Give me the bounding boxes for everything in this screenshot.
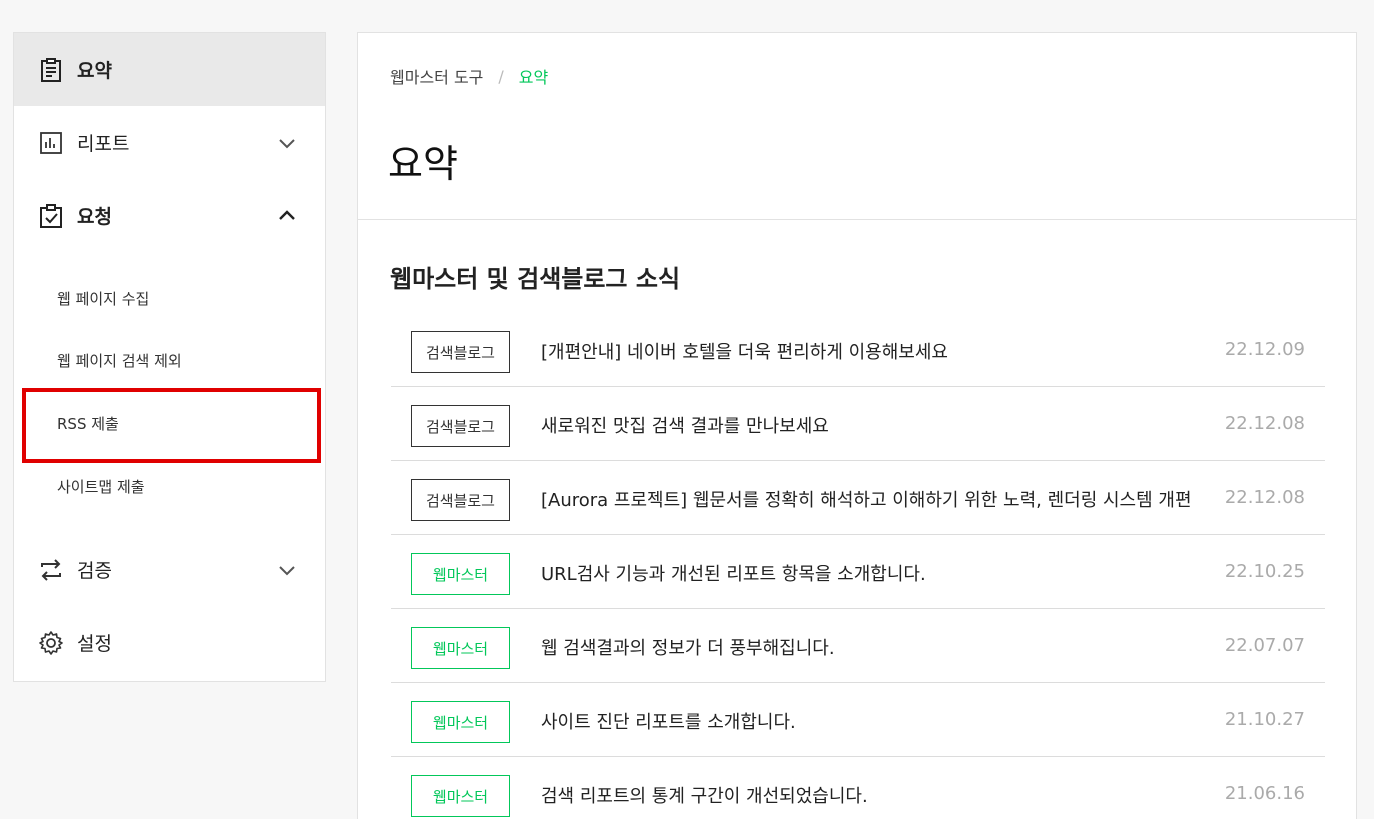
news-title[interactable]: [Aurora 프로젝트] 웹문서를 정확히 해석하고 이해하기 위한 노력, … (541, 486, 1201, 512)
news-title[interactable]: 사이트 진단 리포트를 소개합니다. (541, 708, 1201, 734)
sidebar-subitem-label: RSS 제출 (57, 414, 119, 433)
clipboard-check-icon (40, 203, 62, 228)
news-title[interactable]: URL검사 기능과 개선된 리포트 항목을 소개합니다. (541, 560, 1201, 586)
sidebar-item-label: 요청 (77, 206, 112, 228)
category-badge: 웹마스터 (411, 627, 510, 669)
sidebar-item-verify[interactable]: 검증 (14, 533, 325, 606)
sidebar-item-label: 검증 (77, 560, 112, 582)
news-date: 22.07.07 (1224, 635, 1305, 656)
news-date: 22.12.09 (1224, 339, 1305, 360)
breadcrumb-current: 요약 (518, 68, 549, 87)
sidebar-item-report[interactable]: 리포트 (14, 106, 325, 179)
news-title[interactable]: [개편안내] 네이버 호텔을 더욱 편리하게 이용해보세요 (541, 338, 1201, 364)
sidebar: 요약 리포트 요청 웹 페이지 수집 웹 페이지 검색 제외 RSS 제출 사이… (13, 32, 326, 682)
news-date: 22.12.08 (1224, 487, 1305, 508)
news-row[interactable]: 검색블로그 [개편안내] 네이버 호텔을 더욱 편리하게 이용해보세요 22.1… (391, 313, 1325, 387)
category-badge: 검색블로그 (411, 331, 510, 373)
sidebar-item-label: 리포트 (77, 133, 130, 155)
category-badge: 검색블로그 (411, 479, 510, 521)
category-badge: 웹마스터 (411, 553, 510, 595)
category-badge: 검색블로그 (411, 405, 510, 447)
news-date: 22.10.25 (1224, 561, 1305, 582)
page-title: 요약 (388, 142, 458, 186)
sidebar-item-request[interactable]: 요청 (14, 179, 325, 252)
sidebar-subitem-label: 웹 페이지 검색 제외 (57, 351, 182, 370)
breadcrumb: 웹마스터 도구 / 요약 (390, 64, 548, 88)
chevron-down-icon (279, 138, 295, 148)
main-panel: 웹마스터 도구 / 요약 요약 웹마스터 및 검색블로그 소식 검색블로그 [개… (357, 32, 1357, 819)
chevron-down-icon (279, 565, 295, 575)
sidebar-item-label: 요약 (77, 60, 112, 82)
news-title[interactable]: 검색 리포트의 통계 구간이 개선되었습니다. (541, 782, 1201, 808)
news-row[interactable]: 웹마스터 사이트 진단 리포트를 소개합니다. 21.10.27 (391, 683, 1325, 757)
news-row[interactable]: 웹마스터 웹 검색결과의 정보가 더 풍부해집니다. 22.07.07 (391, 609, 1325, 683)
sidebar-item-label: 설정 (77, 633, 112, 655)
sidebar-item-settings[interactable]: 설정 (14, 606, 325, 679)
news-date: 21.10.27 (1224, 709, 1305, 730)
news-row[interactable]: 검색블로그 [Aurora 프로젝트] 웹문서를 정확히 해석하고 이해하기 위… (391, 461, 1325, 535)
news-row[interactable]: 검색블로그 새로워진 맛집 검색 결과를 만나보세요 22.12.08 (391, 387, 1325, 461)
swap-arrows-icon (41, 558, 61, 581)
gear-icon (39, 630, 63, 655)
sidebar-subitem-page-crawl[interactable]: 웹 페이지 수집 (14, 267, 325, 329)
news-title[interactable]: 새로워진 맛집 검색 결과를 만나보세요 (541, 412, 1201, 438)
divider (358, 219, 1356, 220)
sidebar-item-summary[interactable]: 요약 (14, 33, 325, 106)
section-title: 웹마스터 및 검색블로그 소식 (390, 265, 681, 293)
sidebar-subitem-label: 웹 페이지 수집 (57, 289, 150, 308)
sidebar-subitem-rss-submit[interactable]: RSS 제출 (14, 392, 325, 454)
news-date: 22.12.08 (1224, 413, 1305, 434)
bar-chart-icon (40, 131, 62, 154)
chevron-up-icon (279, 209, 295, 220)
news-row[interactable]: 웹마스터 검색 리포트의 통계 구간이 개선되었습니다. 21.06.16 (391, 757, 1325, 819)
breadcrumb-separator: / (498, 66, 504, 86)
category-badge: 웹마스터 (411, 775, 510, 817)
news-date: 21.06.16 (1224, 783, 1305, 804)
news-row[interactable]: 웹마스터 URL검사 기능과 개선된 리포트 항목을 소개합니다. 22.10.… (391, 535, 1325, 609)
category-badge: 웹마스터 (411, 701, 510, 743)
clipboard-icon (41, 57, 61, 82)
news-title[interactable]: 웹 검색결과의 정보가 더 풍부해집니다. (541, 634, 1201, 660)
breadcrumb-root[interactable]: 웹마스터 도구 (390, 64, 483, 88)
sidebar-subitem-sitemap-submit[interactable]: 사이트맵 제출 (14, 455, 325, 517)
news-list: 검색블로그 [개편안내] 네이버 호텔을 더욱 편리하게 이용해보세요 22.1… (391, 313, 1325, 819)
sidebar-subitem-label: 사이트맵 제출 (57, 477, 145, 496)
sidebar-subitem-page-exclude[interactable]: 웹 페이지 검색 제외 (14, 329, 325, 391)
